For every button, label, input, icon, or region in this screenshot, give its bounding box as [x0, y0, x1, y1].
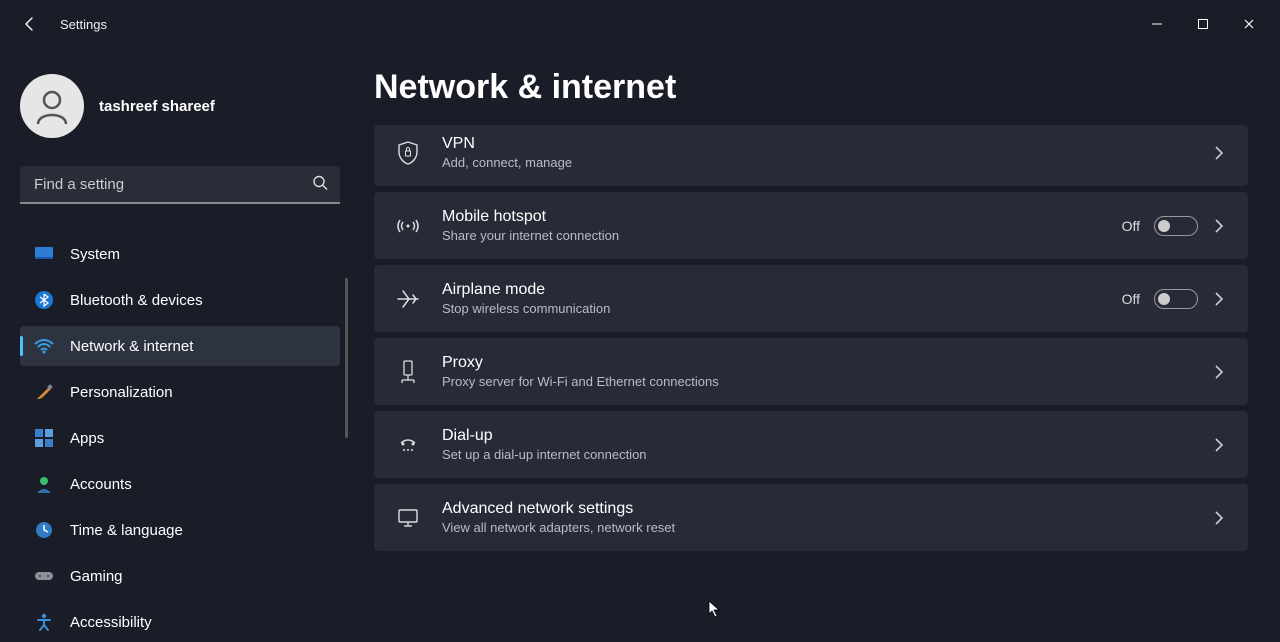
search-wrap	[20, 166, 340, 204]
sidebar-scrollbar[interactable]	[345, 278, 348, 438]
sidebar-item-bluetooth[interactable]: Bluetooth & devices	[20, 280, 340, 320]
hotspot-toggle[interactable]	[1154, 216, 1198, 236]
sidebar-item-accounts[interactable]: Accounts	[20, 464, 340, 504]
row-title: Dial-up	[442, 427, 1190, 445]
settings-list: VPN Add, connect, manage Mobile hotspot …	[374, 125, 1248, 551]
row-title: Proxy	[442, 354, 1190, 372]
row-proxy[interactable]: Proxy Proxy server for Wi-Fi and Etherne…	[374, 338, 1248, 405]
nav: System Bluetooth & devices Network & int…	[20, 234, 340, 642]
shield-icon	[396, 141, 420, 165]
toggle-label: Off	[1122, 218, 1140, 234]
gamepad-icon	[34, 566, 54, 586]
sidebar-item-label: Gaming	[70, 568, 123, 585]
paintbrush-icon	[34, 382, 54, 402]
page-title: Network & internet	[374, 68, 1248, 107]
monitor-icon	[34, 244, 54, 264]
sidebar-item-apps[interactable]: Apps	[20, 418, 340, 458]
sidebar-item-label: System	[70, 246, 120, 263]
chevron-right-icon	[1212, 438, 1226, 452]
clock-icon	[34, 520, 54, 540]
avatar	[20, 74, 84, 138]
row-airplane-mode[interactable]: Airplane mode Stop wireless communicatio…	[374, 265, 1248, 332]
minimize-button[interactable]	[1134, 8, 1180, 40]
sidebar-item-label: Bluetooth & devices	[70, 292, 203, 309]
chevron-right-icon	[1212, 146, 1226, 160]
main: Network & internet VPN Add, connect, man…	[350, 48, 1280, 642]
dialup-icon	[396, 433, 420, 457]
hotspot-icon	[396, 214, 420, 238]
row-vpn[interactable]: VPN Add, connect, manage	[374, 125, 1248, 186]
chevron-right-icon	[1212, 511, 1226, 525]
accessibility-icon	[34, 612, 54, 632]
proxy-icon	[396, 360, 420, 384]
row-subtitle: Share your internet connection	[442, 228, 1100, 243]
row-title: Advanced network settings	[442, 500, 1190, 518]
row-advanced-network[interactable]: Advanced network settings View all netwo…	[374, 484, 1248, 551]
airplane-toggle[interactable]	[1154, 289, 1198, 309]
sidebar-item-time-language[interactable]: Time & language	[20, 510, 340, 550]
search-icon	[312, 175, 328, 196]
sidebar-item-gaming[interactable]: Gaming	[20, 556, 340, 596]
pc-icon	[396, 506, 420, 530]
row-subtitle: Proxy server for Wi-Fi and Ethernet conn…	[442, 374, 1190, 389]
row-subtitle: Stop wireless communication	[442, 301, 1100, 316]
person-icon	[34, 474, 54, 494]
row-title: Airplane mode	[442, 281, 1100, 299]
row-subtitle: View all network adapters, network reset	[442, 520, 1190, 535]
sidebar-item-network[interactable]: Network & internet	[20, 326, 340, 366]
user-block[interactable]: tashreef shareef	[20, 74, 340, 138]
chevron-right-icon	[1212, 292, 1226, 306]
chevron-right-icon	[1212, 219, 1226, 233]
search-input[interactable]	[20, 166, 340, 204]
bluetooth-icon	[34, 290, 54, 310]
toggle-label: Off	[1122, 291, 1140, 307]
wifi-icon	[34, 336, 54, 356]
sidebar-item-label: Network & internet	[70, 338, 193, 355]
row-title: Mobile hotspot	[442, 208, 1100, 226]
sidebar-item-system[interactable]: System	[20, 234, 340, 274]
row-mobile-hotspot[interactable]: Mobile hotspot Share your internet conne…	[374, 192, 1248, 259]
sidebar-item-label: Apps	[70, 430, 104, 447]
row-subtitle: Set up a dial-up internet connection	[442, 447, 1190, 462]
sidebar-item-label: Time & language	[70, 522, 183, 539]
sidebar-item-label: Personalization	[70, 384, 173, 401]
window-controls	[1134, 8, 1272, 40]
sidebar-item-label: Accounts	[70, 476, 132, 493]
title-bar: Settings	[0, 0, 1280, 48]
row-subtitle: Add, connect, manage	[442, 155, 1190, 170]
maximize-button[interactable]	[1180, 8, 1226, 40]
close-button[interactable]	[1226, 8, 1272, 40]
row-dialup[interactable]: Dial-up Set up a dial-up internet connec…	[374, 411, 1248, 478]
row-title: VPN	[442, 135, 1190, 153]
user-name: tashreef shareef	[99, 98, 215, 115]
airplane-icon	[396, 287, 420, 311]
sidebar: tashreef shareef System Bluetooth & devi…	[0, 48, 350, 642]
chevron-right-icon	[1212, 365, 1226, 379]
sidebar-item-personalization[interactable]: Personalization	[20, 372, 340, 412]
sidebar-item-label: Accessibility	[70, 614, 152, 631]
back-button[interactable]	[20, 14, 40, 34]
app-title: Settings	[60, 17, 107, 32]
apps-icon	[34, 428, 54, 448]
sidebar-item-accessibility[interactable]: Accessibility	[20, 602, 340, 642]
